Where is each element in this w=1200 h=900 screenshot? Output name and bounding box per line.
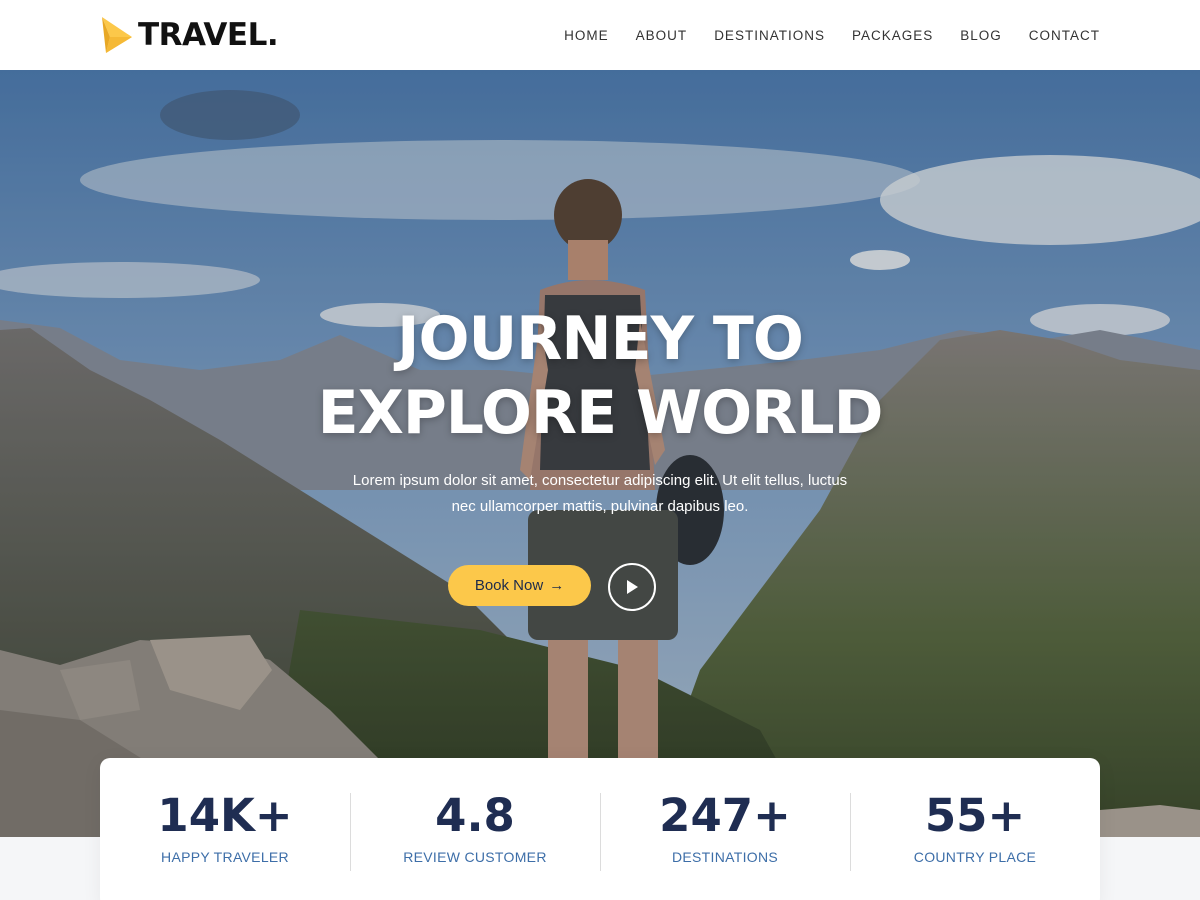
- paper-plane-icon: [102, 17, 132, 53]
- hero-title: JOURNEY TO EXPLORE WORLD: [0, 302, 1200, 450]
- hero-section: JOURNEY TO EXPLORE WORLD Lorem ipsum dol…: [0, 70, 1200, 837]
- arrow-right-icon: →: [549, 577, 565, 594]
- nav-item-home[interactable]: HOME: [564, 28, 609, 43]
- hero-title-line2: EXPLORE WORLD: [317, 378, 884, 448]
- stat-label: REVIEW CUSTOMER: [403, 849, 547, 865]
- nav-item-about[interactable]: ABOUT: [636, 28, 688, 43]
- stat-destinations: 247+ DESTINATIONS: [600, 758, 850, 900]
- stats-panel: 14K+ HAPPY TRAVELER 4.8 REVIEW CUSTOMER …: [100, 758, 1100, 900]
- hero-title-line1: JOURNEY TO: [397, 304, 804, 374]
- stat-value: 4.8: [435, 789, 515, 842]
- book-now-label: Book Now: [474, 577, 544, 594]
- nav-item-destinations[interactable]: DESTINATIONS: [714, 28, 825, 43]
- stat-label: DESTINATIONS: [671, 849, 779, 865]
- stat-value: 14K+: [157, 789, 293, 842]
- stat-value: 55+: [924, 789, 1026, 842]
- stat-label: COUNTRY PLACE: [913, 849, 1037, 865]
- play-video-button[interactable]: [608, 563, 656, 611]
- logo[interactable]: TRAVEL.: [100, 15, 279, 55]
- nav-item-contact[interactable]: CONTACT: [1029, 28, 1100, 43]
- hero-subtitle: Lorem ipsum dolor sit amet, consectetur …: [352, 472, 848, 515]
- nav-item-packages[interactable]: PACKAGES: [852, 28, 933, 43]
- site-header: TRAVEL. HOME ABOUT DESTINATIONS PACKAGES…: [0, 0, 1200, 70]
- stat-happy-traveler: 14K+ HAPPY TRAVELER: [100, 758, 350, 900]
- main-nav: HOME ABOUT DESTINATIONS PACKAGES BLOG CO…: [537, 0, 1100, 70]
- stat-value: 247+: [659, 789, 791, 842]
- nav-item-blog[interactable]: BLOG: [960, 28, 1002, 43]
- stat-label: HAPPY TRAVELER: [161, 849, 289, 865]
- stat-review-customer: 4.8 REVIEW CUSTOMER: [350, 758, 600, 900]
- stat-country-place: 55+ COUNTRY PLACE: [850, 758, 1100, 900]
- logo-text: TRAVEL.: [138, 17, 279, 53]
- book-now-button[interactable]: Book Now →: [448, 565, 591, 606]
- play-icon: [627, 580, 638, 594]
- hero-overlay: [0, 70, 1200, 837]
